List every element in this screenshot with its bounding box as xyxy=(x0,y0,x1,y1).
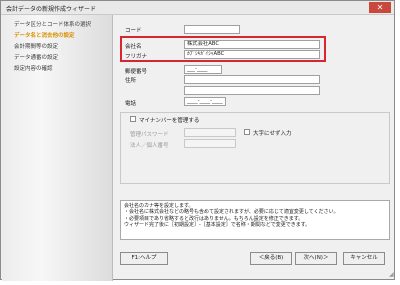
info-panel: 会社名のカナ等を設定します。 ・会社名に株式会社などの略号も含めて設定されますが… xyxy=(120,200,390,240)
uppercase-label: 大字にせず入力 xyxy=(253,131,292,137)
code-field[interactable] xyxy=(184,25,240,34)
password-field[interactable] xyxy=(184,128,236,137)
cancel-button[interactable]: キャンセル xyxy=(343,252,385,265)
back-button[interactable]: ＜戻る(B) xyxy=(250,252,292,265)
postal-code-label: 郵便番号 xyxy=(125,69,148,75)
help-button[interactable]: F1:ヘルプ xyxy=(120,252,168,265)
corp-number-label: 法人／個人番号 xyxy=(130,143,169,149)
step-item: データ通番の設定 xyxy=(14,55,59,61)
step-item: 設定内容の確認 xyxy=(14,66,53,72)
address-line2-field[interactable] xyxy=(184,86,320,95)
highlight-frame xyxy=(120,36,326,62)
phone-label: 電話 xyxy=(125,101,137,107)
manage-mynumber-checkbox[interactable] xyxy=(130,116,136,122)
step-item: データ区分とコード体系の選択 xyxy=(14,22,92,28)
postal-code-field[interactable]: ___-____ xyxy=(184,65,222,74)
info-line: ウィザード完了後に［初期設定］-［基本設定］で名称・期間などで変更できます。 xyxy=(124,222,311,229)
address-label: 住所 xyxy=(125,78,137,84)
password-label: 管理パスワード xyxy=(130,132,169,138)
resize-grip-icon[interactable]: ◢ xyxy=(389,272,395,278)
step-item: 会計期間等の設定 xyxy=(14,44,59,50)
corp-number-field[interactable] xyxy=(184,139,236,148)
wizard-steps-sidebar: データ区分とコード体系の選択 データ名と消去他の設定 会計期間等の設定 データ通… xyxy=(2,15,113,281)
title-bar: 会計データの新規作成ウィザード ✕ xyxy=(1,1,394,15)
code-label: コード xyxy=(125,28,142,34)
phone-field[interactable]: ____-____-____ xyxy=(184,97,226,106)
next-button[interactable]: 次へ(N)＞ xyxy=(295,252,337,265)
address-line1-field[interactable] xyxy=(184,75,320,84)
uppercase-checkbox[interactable] xyxy=(244,129,250,135)
step-item-active: データ名と消去他の設定 xyxy=(14,33,75,39)
close-button[interactable]: ✕ xyxy=(369,2,391,13)
window-title: 会計データの新規作成ウィザード xyxy=(6,6,97,13)
manage-mynumber-label: マイナンバーを管理する xyxy=(139,118,200,124)
